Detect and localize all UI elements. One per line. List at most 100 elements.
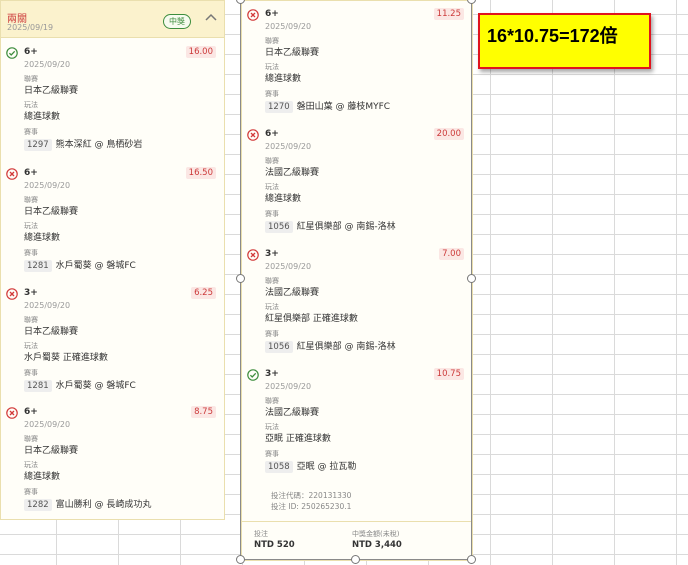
bet-date: 2025/09/20 [265,22,312,31]
match-teams: 磐田山葉 @ 藤枝MYFC [296,102,391,112]
bet-date: 2025/09/20 [24,420,71,429]
match-info: 1270 磐田山葉 @ 藤枝MYFC [265,99,390,113]
bet-selection: 6+ [265,129,279,139]
check-circle-icon [247,369,259,381]
x-circle-icon [247,249,259,261]
bet-selection: 3+ [265,369,279,379]
match-info: 1281 水戶蜀葵 @ 磐城FC [24,258,136,272]
match-label: 賽事 [24,128,38,136]
payout-label: 中獎金額(未稅) [352,530,400,538]
bet-selection: 6+ [265,9,279,19]
match-number: 1281 [24,260,52,272]
bet-selection: 6+ [24,47,38,57]
x-circle-icon [247,129,259,141]
match-label: 賽事 [265,90,279,98]
match-label: 賽事 [265,210,279,218]
league-name: 日本乙級聯賽 [24,86,79,96]
annotation-text: 16*10.75=172倍 [487,26,618,46]
match-number: 1270 [265,101,293,113]
parlay-date: 2025/09/19 [7,23,54,32]
match-info: 1056 紅星俱樂部 @ 南錫-洛林 [265,339,396,353]
odds-badge: 8.75 [191,406,216,418]
play-type: 紅星俱樂部 正確進球數 [265,314,358,324]
chevron-up-icon[interactable] [204,12,218,22]
bet-selection: 6+ [24,407,38,417]
bet-date: 2025/09/20 [24,60,71,69]
resize-handle[interactable] [351,555,360,564]
play-type: 總進球數 [265,194,302,204]
play-type: 總進球數 [24,233,61,243]
match-number: 1056 [265,221,293,233]
x-circle-icon [6,168,18,180]
league-name: 日本乙級聯賽 [24,446,79,456]
bet-id: 投注 ID: 250265230.1 [271,502,352,511]
bet-selection: 3+ [24,288,38,298]
odds-badge: 16.00 [185,46,216,58]
status-badge: 中獎 [163,14,191,29]
resize-handle[interactable] [467,274,476,283]
match-number: 1058 [265,461,293,473]
league-name: 法國乙級聯賽 [265,288,320,298]
match-number: 1056 [265,341,293,353]
bet-date: 2025/09/20 [265,382,312,391]
match-teams: 熊本深紅 @ 鳥栖砂岩 [55,140,143,150]
play-type: 總進球數 [265,74,302,84]
match-info: 1282 富山勝利 @ 長崎成功丸 [24,497,151,511]
check-circle-icon [6,47,18,59]
bet-date: 2025/09/20 [24,301,71,310]
annotation-textbox[interactable]: 16*10.75=172倍 [478,13,651,69]
x-circle-icon [247,9,259,21]
resize-handle[interactable] [236,555,245,564]
play-type: 總進球數 [24,472,61,482]
bet-date: 2025/09/20 [24,181,71,190]
league-name: 日本乙級聯賽 [265,48,320,58]
match-number: 1297 [24,139,52,151]
league-name: 法國乙級聯賽 [265,168,320,178]
stake-amount: NTD 520 [254,540,295,550]
match-label: 賽事 [24,488,38,496]
play-type: 總進球數 [24,112,61,122]
match-teams: 富山勝利 @ 長崎成功丸 [55,500,152,510]
match-teams: 亞眠 @ 拉瓦勒 [296,462,357,472]
resize-handle[interactable] [467,555,476,564]
odds-badge: 6.25 [191,287,216,299]
odds-badge: 11.25 [433,8,464,20]
match-info: 1297 熊本深紅 @ 鳥栖砂岩 [24,137,142,151]
odds-badge: 16.50 [185,167,216,179]
match-teams: 水戶蜀葵 @ 磐城FC [55,261,136,271]
match-label: 賽事 [265,450,279,458]
x-circle-icon [6,407,18,419]
match-info: 1281 水戶蜀葵 @ 磐城FC [24,378,136,392]
right-bet-slip: 投注代碼：220131330 投注 ID: 250265230.1 投注 NTD… [241,0,473,561]
play-type: 亞眠 正確進球數 [265,434,331,444]
match-number: 1281 [24,380,52,392]
odds-badge: 20.00 [433,128,464,140]
left-bet-slip: 兩關 2025/09/19 中獎 6+ 2025/09/20 16.00 聯賽 日本乙級… [0,0,225,520]
bet-selection: 6+ [24,168,38,178]
match-number: 1282 [24,499,52,511]
league-name: 日本乙級聯賽 [24,327,79,337]
match-label: 賽事 [24,369,38,377]
bet-date: 2025/09/20 [265,142,312,151]
x-circle-icon [6,288,18,300]
match-label: 賽事 [24,249,38,257]
league-name: 日本乙級聯賽 [24,207,79,217]
play-type: 水戶蜀葵 正確進球數 [24,353,108,363]
totals-divider [242,521,472,522]
match-info: 1056 紅星俱樂部 @ 南錫-洛林 [265,219,396,233]
stake-label: 投注 [254,530,268,538]
match-teams: 水戶蜀葵 @ 磐城FC [55,381,136,391]
league-name: 法國乙級聯賽 [265,408,320,418]
resize-handle[interactable] [467,0,476,4]
resize-handle[interactable] [236,274,245,283]
bet-code: 投注代碼：220131330 [271,491,352,500]
match-info: 1058 亞眠 @ 拉瓦勒 [265,459,356,473]
odds-badge: 7.00 [439,248,464,260]
match-teams: 紅星俱樂部 @ 南錫-洛林 [296,222,396,232]
parlay-header[interactable]: 兩關 2025/09/19 中獎 [1,1,224,38]
bet-selection: 3+ [265,249,279,259]
payout-amount: NTD 3,440 [352,540,402,550]
bet-date: 2025/09/20 [265,262,312,271]
odds-badge: 10.75 [433,368,464,380]
match-label: 賽事 [265,330,279,338]
